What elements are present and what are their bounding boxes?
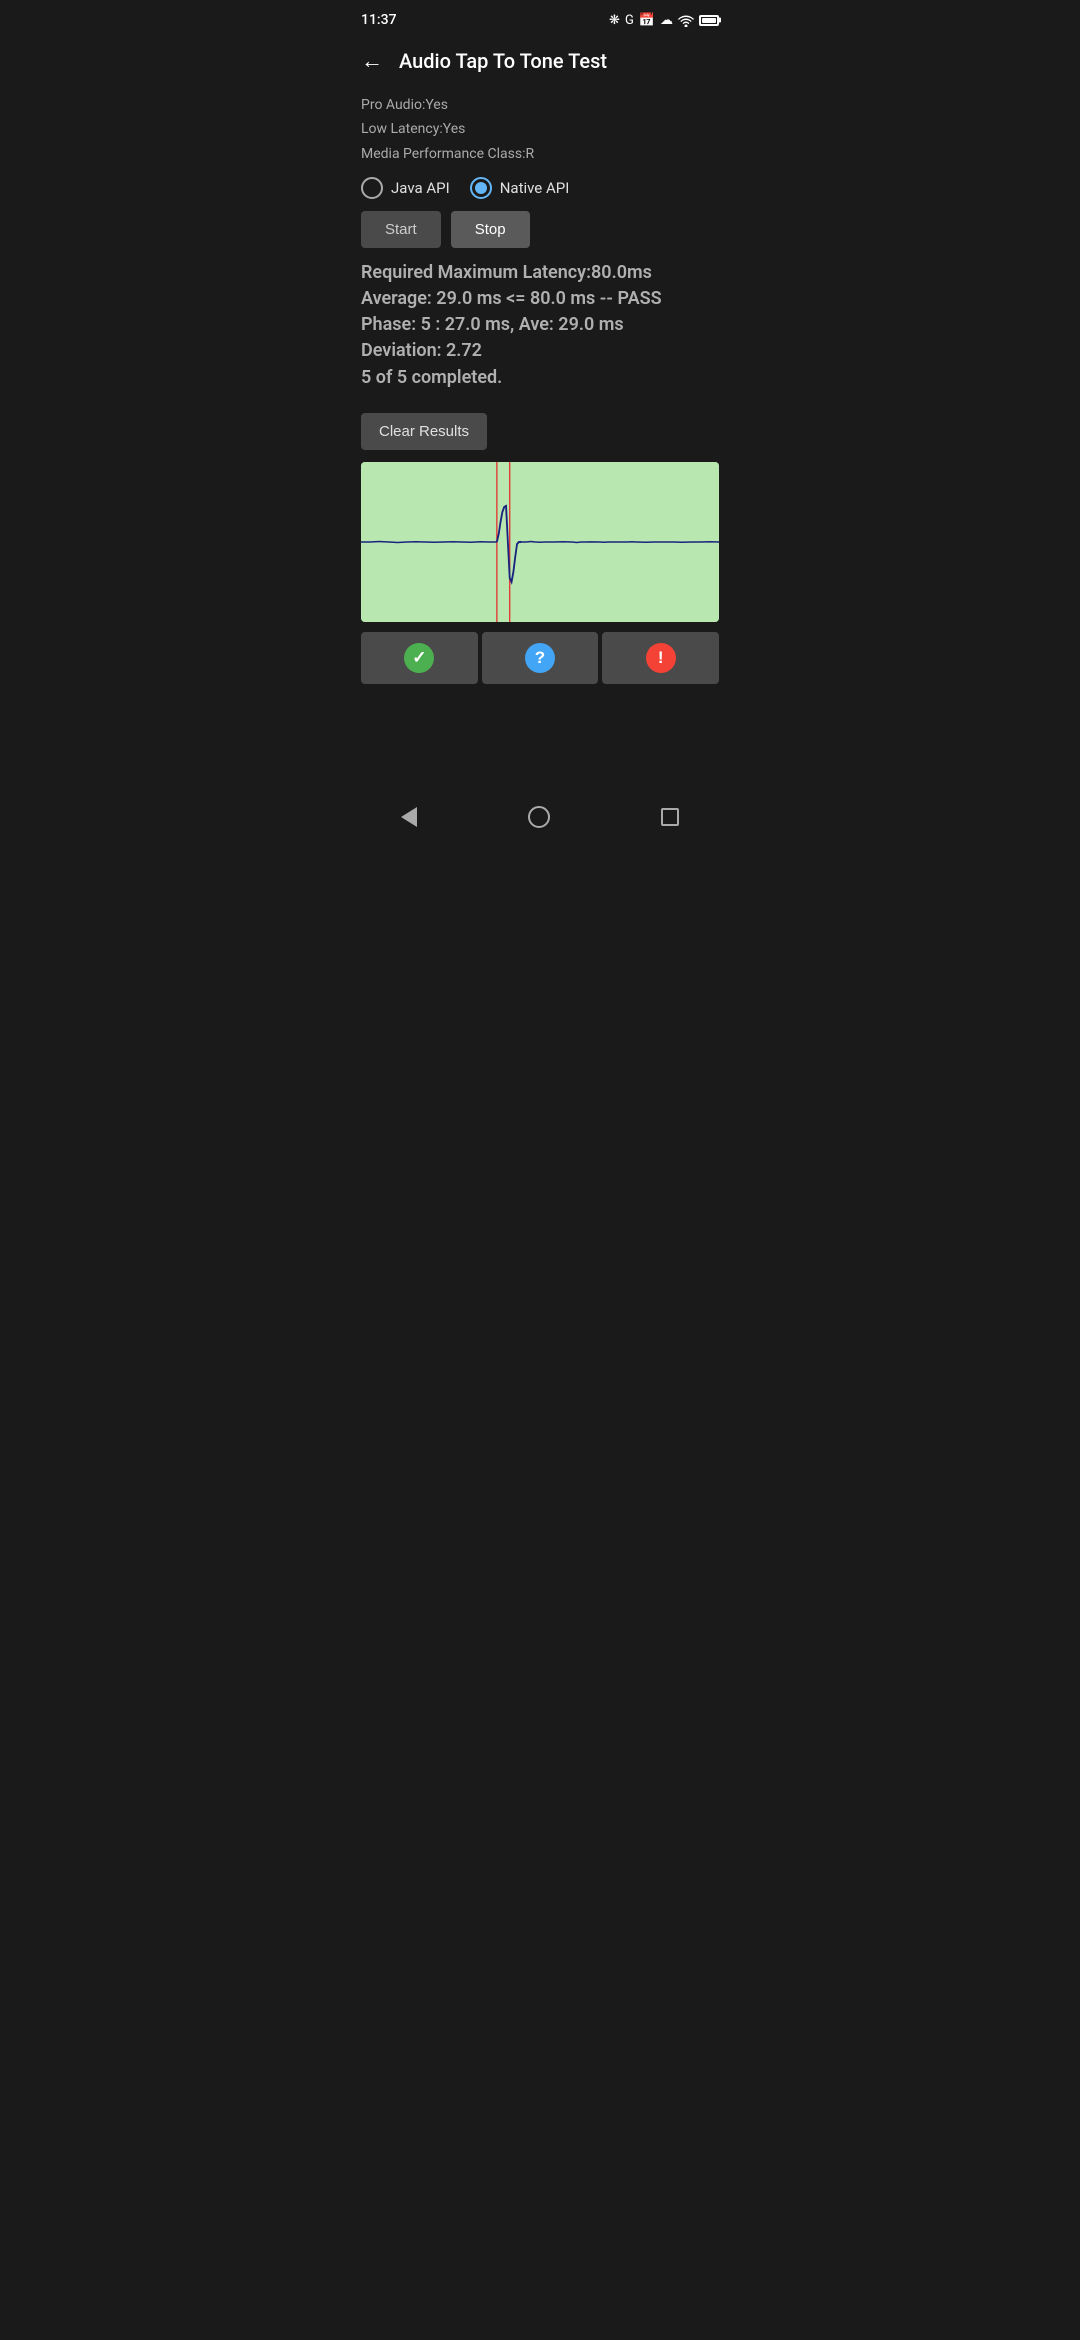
back-button[interactable]: ← <box>361 48 383 74</box>
native-api-radio[interactable]: Native API <box>470 177 570 199</box>
result-line-1: Required Maximum Latency:80.0ms <box>361 260 719 286</box>
api-radio-group: Java API Native API <box>361 177 719 199</box>
media-performance-info: Media Performance Class:R <box>361 143 719 165</box>
low-latency-info: Low Latency:Yes <box>361 118 719 140</box>
check-icon: ✓ <box>404 643 434 673</box>
native-api-label: Native API <box>500 179 570 197</box>
question-icon: ? <box>525 643 555 673</box>
cloud-icon: ☁ <box>660 13 673 28</box>
fan-icon: ❋ <box>609 13 620 28</box>
google-icon: G <box>625 13 634 28</box>
status-time: 11:37 <box>361 12 397 28</box>
results-section: Required Maximum Latency:80.0ms Average:… <box>361 260 719 390</box>
pro-audio-info: Pro Audio:Yes <box>361 94 719 116</box>
wifi-icon <box>678 14 694 27</box>
result-line-5: 5 of 5 completed. <box>361 365 719 391</box>
home-circle-icon <box>528 806 550 828</box>
start-button[interactable]: Start <box>361 211 441 248</box>
clear-results-button[interactable]: Clear Results <box>361 413 487 450</box>
info-button[interactable]: ? <box>482 632 599 684</box>
result-line-4: Deviation: 2.72 <box>361 338 719 364</box>
result-action-buttons: ✓ ? ! <box>361 632 719 684</box>
status-bar: 11:37 ❋ G 📅 ☁ <box>345 0 735 36</box>
calendar-icon: 📅 <box>639 13 655 28</box>
exclaim-icon: ! <box>646 643 676 673</box>
nav-back-button[interactable] <box>401 807 417 827</box>
result-line-3: Phase: 5 : 27.0 ms, Ave: 29.0 ms <box>361 312 719 338</box>
app-bar: ← Audio Tap To Tone Test <box>345 36 735 86</box>
error-button[interactable]: ! <box>602 632 719 684</box>
java-api-label: Java API <box>391 179 450 197</box>
battery-icon <box>699 15 719 26</box>
java-api-circle <box>361 177 383 199</box>
app-title: Audio Tap To Tone Test <box>399 49 607 73</box>
back-triangle-icon <box>401 807 417 827</box>
result-line-2: Average: 29.0 ms <= 80.0 ms -- PASS <box>361 286 719 312</box>
main-content: Pro Audio:Yes Low Latency:Yes Media Perf… <box>345 86 735 745</box>
recents-square-icon <box>661 808 679 826</box>
waveform-chart <box>361 462 719 622</box>
stop-button[interactable]: Stop <box>451 211 530 248</box>
nav-recents-button[interactable] <box>661 808 679 826</box>
nav-bar <box>345 794 735 844</box>
nav-home-button[interactable] <box>528 806 550 828</box>
system-icons: ❋ G 📅 ☁ <box>609 13 719 28</box>
waveform-svg <box>361 462 719 622</box>
pass-button[interactable]: ✓ <box>361 632 478 684</box>
native-api-circle <box>470 177 492 199</box>
control-buttons: Start Stop <box>361 211 719 248</box>
java-api-radio[interactable]: Java API <box>361 177 450 199</box>
native-api-inner <box>475 182 487 194</box>
